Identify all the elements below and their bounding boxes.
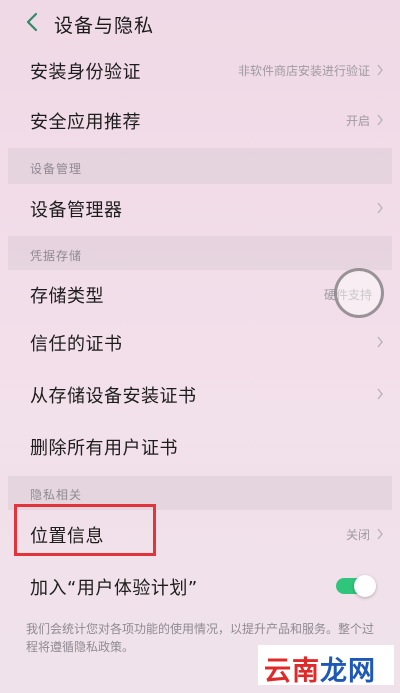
watermark-text: 云南龙网 bbox=[264, 649, 376, 688]
row-label: 删除所有用户证书 bbox=[30, 438, 178, 459]
row-install-from-storage[interactable]: 从存储设备安装证书 bbox=[0, 368, 400, 420]
highlight-box bbox=[14, 504, 156, 556]
back-arrow-icon[interactable] bbox=[24, 11, 42, 33]
row-value: 开启 bbox=[345, 114, 370, 128]
row-label: 信任的证书 bbox=[30, 334, 123, 355]
user-experience-toggle[interactable] bbox=[336, 574, 376, 598]
watermark-logo: 云南龙网 bbox=[258, 645, 394, 688]
toggle-knob bbox=[354, 575, 376, 597]
chevron-right-icon bbox=[377, 64, 383, 76]
row-label: 安全应用推荐 bbox=[30, 112, 141, 133]
watermark-part-2: 龙网 bbox=[320, 656, 376, 687]
row-install-verification[interactable]: 安装身份验证 非软件商店安装进行验证 bbox=[0, 46, 400, 96]
row-label: 存储类型 bbox=[30, 286, 104, 307]
settings-screen: 设备与隐私 安装身份验证 非软件商店安装进行验证 安全应用推荐 开启 设备管理 … bbox=[0, 0, 400, 693]
row-value: 非软件商店安装进行验证 bbox=[237, 64, 370, 78]
watermark-part-1: 云南 bbox=[264, 656, 320, 687]
row-delete-user-certificates[interactable]: 删除所有用户证书 bbox=[0, 420, 400, 472]
row-trusted-certificates[interactable]: 信任的证书 bbox=[0, 318, 400, 368]
section-label: 设备管理 bbox=[30, 162, 83, 176]
row-label: 从存储设备安装证书 bbox=[30, 386, 197, 407]
page-title: 设备与隐私 bbox=[54, 15, 155, 37]
chevron-right-icon bbox=[377, 114, 383, 126]
header-bar: 设备与隐私 bbox=[0, 0, 400, 46]
row-device-manager[interactable]: 设备管理器 bbox=[0, 184, 400, 234]
chevron-right-icon bbox=[377, 336, 383, 348]
chevron-right-icon bbox=[377, 388, 383, 400]
section-label: 隐私相关 bbox=[30, 488, 83, 502]
row-value: 关闭 bbox=[345, 528, 370, 542]
chevron-right-icon bbox=[377, 202, 383, 214]
row-label: 设备管理器 bbox=[30, 200, 123, 221]
row-label: 安装身份验证 bbox=[30, 62, 141, 83]
chevron-right-icon bbox=[377, 528, 383, 540]
row-safe-app-recommend[interactable]: 安全应用推荐 开启 bbox=[0, 96, 400, 146]
section-header-device-management: 设备管理 bbox=[8, 148, 392, 184]
section-header-credential-storage: 凭据存储 bbox=[8, 236, 392, 270]
row-label: 加入“用户体验计划” bbox=[30, 578, 198, 599]
touch-indicator bbox=[334, 268, 384, 318]
section-label: 凭据存储 bbox=[30, 249, 83, 263]
